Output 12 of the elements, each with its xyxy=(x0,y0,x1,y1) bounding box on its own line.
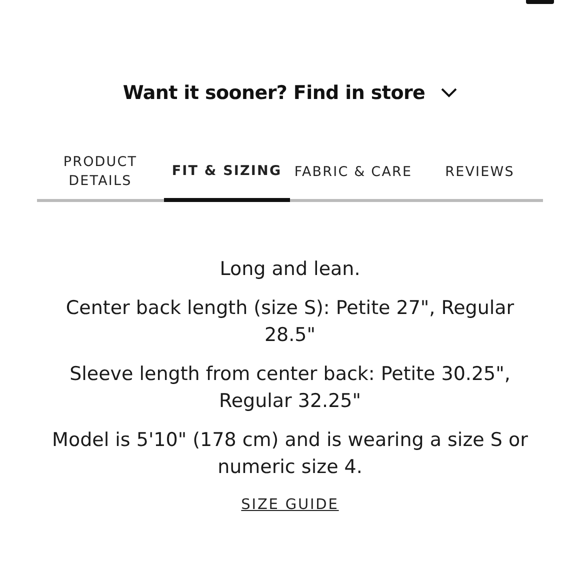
size-guide-link[interactable]: SIZE GUIDE xyxy=(241,497,339,513)
tab[interactable]: FABRIC & CARE xyxy=(290,151,416,202)
description-text: Long and lean. xyxy=(220,257,360,282)
find-in-store-toggle[interactable]: Want it sooner? Find in store xyxy=(122,82,458,104)
menu-icon[interactable] xyxy=(526,0,554,4)
tab[interactable]: PRODUCT DETAILS xyxy=(37,151,164,202)
chevron-icon xyxy=(441,88,458,98)
description-text: Sleeve length from center back: Petite 30.25", Regular 32.25" xyxy=(68,362,512,414)
tab[interactable]: REVIEWS xyxy=(416,151,543,202)
description-text: Center back length (size S): Petite 27", Regular 28.5" xyxy=(64,296,516,348)
tab[interactable]: FIT & SIZING xyxy=(164,150,290,202)
description-text: Model is 5'10" (178 cm) and is wearing a size S or numeric size 4. xyxy=(51,428,529,480)
